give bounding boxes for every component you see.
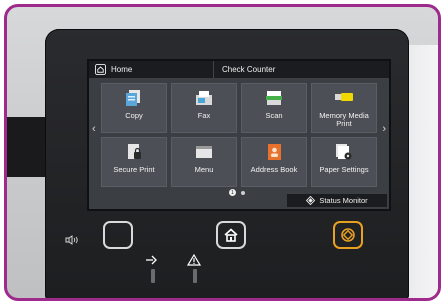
home-label: Home (111, 65, 133, 74)
scan-icon (266, 91, 282, 105)
photo-frame: Home Check Counter ‹ › Copy Fax Scan Mem… (4, 4, 441, 301)
processing-data-icon (146, 255, 157, 265)
tile-paper-settings[interactable]: Paper Settings (311, 137, 377, 187)
home-icon (95, 64, 106, 75)
stop-button[interactable] (333, 221, 363, 249)
menu-icon (196, 146, 212, 158)
background-left (7, 117, 47, 177)
tile-menu-label: Menu (194, 165, 214, 174)
screen-top-bar: Home Check Counter (89, 61, 389, 78)
tile-secure-print[interactable]: Secure Print (101, 137, 167, 187)
page-indicator-next (241, 190, 245, 195)
address-book-icon (268, 144, 281, 160)
tile-fax-label: Fax (197, 111, 211, 120)
touch-screen: Home Check Counter ‹ › Copy Fax Scan Mem… (87, 59, 391, 211)
tile-scan[interactable]: Scan (241, 83, 307, 133)
energy-saver-button[interactable] (103, 221, 133, 249)
status-monitor-label: Status Monitor (319, 196, 368, 205)
stop-icon (341, 228, 355, 242)
memory-media-icon (335, 93, 353, 101)
tile-paper-settings-label: Paper Settings (319, 165, 369, 174)
home-button-icon (224, 228, 238, 242)
secure-print-icon (128, 144, 141, 159)
tile-menu[interactable]: Menu (171, 137, 237, 187)
home-button[interactable] (216, 221, 246, 249)
check-counter-tab[interactable]: Check Counter (213, 61, 389, 78)
tile-copy-label: Copy (125, 111, 143, 120)
moon-icon (114, 229, 120, 241)
sound-icon (65, 235, 78, 245)
tile-secure-print-label: Secure Print (113, 165, 155, 174)
page-indicator: 1 (229, 189, 245, 196)
processing-data-led (151, 269, 155, 283)
function-grid: Copy Fax Scan Memory Media Print Secure … (101, 83, 377, 187)
status-monitor-icon (306, 196, 316, 205)
fax-icon (196, 91, 212, 105)
status-monitor-button[interactable]: Status Monitor (287, 194, 387, 207)
paper-settings-icon (336, 144, 352, 160)
tile-address-book[interactable]: Address Book (241, 137, 307, 187)
page-indicator-current: 1 (229, 189, 236, 196)
error-warning-icon (187, 254, 201, 266)
tile-fax[interactable]: Fax (171, 83, 237, 133)
tile-memory-media-label: Memory Media Print (319, 111, 369, 128)
check-counter-label: Check Counter (222, 65, 276, 74)
tile-memory-media-print[interactable]: Memory Media Print (311, 83, 377, 133)
error-led (193, 269, 197, 283)
tile-address-book-label: Address Book (250, 165, 298, 174)
tile-scan-label: Scan (265, 111, 283, 120)
scroll-left-arrow[interactable]: ‹ (92, 123, 96, 135)
scroll-right-arrow[interactable]: › (382, 123, 386, 135)
home-tab[interactable]: Home (89, 61, 207, 78)
copy-icon (126, 90, 140, 106)
tile-copy[interactable]: Copy (101, 83, 167, 133)
